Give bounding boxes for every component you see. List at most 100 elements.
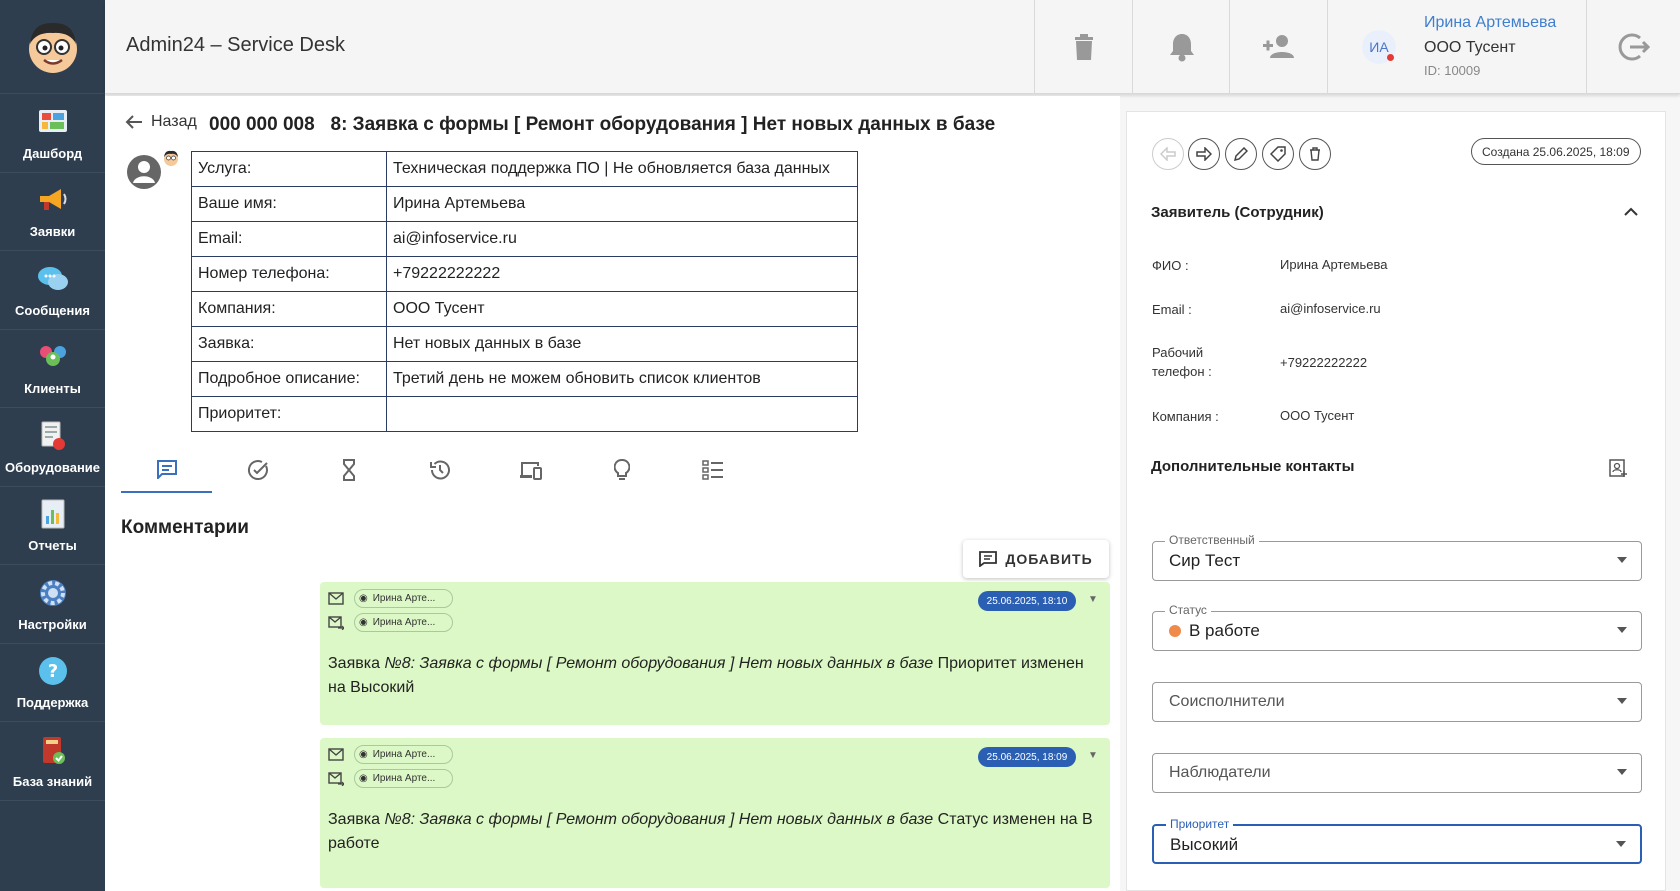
sidebar-item-label: Оборудование [4, 459, 101, 475]
field-key: Номер телефона: [191, 256, 387, 292]
field-key: Услуга: [191, 151, 387, 187]
comments-title: Комментарии [121, 517, 249, 538]
add-comment-button[interactable]: ДОБАВИТЬ [963, 540, 1109, 578]
field-label: Email : [1152, 302, 1192, 317]
extra-contacts-title: Дополнительные контакты [1151, 458, 1355, 475]
sidebar-item-knowledge-base[interactable]: База знаний [0, 722, 105, 801]
sidebar-item-clients[interactable]: Клиенты [0, 330, 105, 408]
sidebar-item-label: Клиенты [24, 381, 81, 397]
top-header: Admin24 – Service Desk ИА Ирина Артемьев… [105, 0, 1680, 94]
delete-ticket-button[interactable] [1299, 138, 1331, 170]
add-user-button[interactable] [1229, 0, 1327, 94]
person-icon: ◉ [359, 617, 368, 628]
chat-bubbles-icon [36, 262, 70, 296]
trash-icon [1074, 34, 1093, 60]
field-value: ai@infoservice.ru [386, 221, 858, 257]
megaphone-icon [36, 183, 70, 217]
field-key: Заявка: [191, 326, 387, 362]
add-contact-icon[interactable] [1608, 458, 1628, 478]
select-placeholder: Наблюдатели [1169, 764, 1271, 781]
status-dot [1169, 625, 1181, 637]
field-label: ФИО : [1152, 258, 1189, 273]
field-label: Компания : [1152, 409, 1219, 424]
tag-button[interactable] [1262, 138, 1294, 170]
tab-history[interactable] [394, 447, 485, 493]
field-key: Ваше имя: [191, 186, 387, 222]
sidebar-item-label: Настройки [18, 616, 87, 632]
add-comment-icon [979, 551, 998, 567]
sidebar-item-messages[interactable]: Сообщения [0, 251, 105, 330]
sidebar-item-support[interactable]: ? Поддержка [0, 644, 105, 722]
next-ticket-button[interactable] [1188, 138, 1220, 170]
sidebar-item-label: База знаний [12, 773, 93, 789]
clients-icon [36, 340, 70, 374]
user-name[interactable]: Ирина Артемьева [1424, 14, 1556, 32]
tab-devices[interactable] [485, 447, 576, 493]
tab-ideas[interactable] [576, 447, 667, 493]
arrow-right-icon [1196, 147, 1212, 161]
requester-section-title: Заявитель (Сотрудник) [1151, 204, 1324, 221]
responsible-select[interactable]: Ответственный Сир Тест [1152, 533, 1642, 581]
back-link[interactable]: Назад [125, 113, 197, 131]
pencil-icon [1234, 147, 1248, 161]
comment-menu-caret-icon[interactable]: ▼ [1088, 594, 1098, 605]
current-user[interactable]: ИА Ирина Артемьева ООО Тусент ID: 10009 [1327, 0, 1586, 94]
sidebar-item-dashboard[interactable]: Дашборд [0, 94, 105, 173]
recipient-chip[interactable]: ◉ Ирина Арте... [354, 769, 453, 788]
prev-ticket-button[interactable] [1152, 138, 1184, 170]
coexecutors-select[interactable]: Соисполнители [1152, 682, 1642, 722]
priority-select[interactable]: Приоритет Высокий [1152, 817, 1642, 864]
tab-comments[interactable] [121, 447, 212, 493]
recipient-chip[interactable]: ◉ Ирина Арте... [354, 613, 453, 632]
status-select[interactable]: Статус В работе [1152, 603, 1642, 651]
select-legend: Статус [1165, 603, 1211, 617]
dropdown-arrow-icon [1617, 769, 1627, 775]
field-value: ООО Тусент [386, 291, 858, 327]
person-icon: ◉ [359, 593, 368, 604]
dropdown-arrow-icon [1616, 841, 1626, 847]
edit-button[interactable] [1225, 138, 1257, 170]
select-value: Сир Тест [1169, 551, 1241, 570]
sidebar-item-label: Сообщения [15, 302, 90, 318]
tab-checklist[interactable] [667, 447, 758, 493]
trash-button[interactable] [1034, 0, 1132, 94]
dropdown-arrow-icon [1617, 557, 1627, 563]
comment-text: Заявка №8: Заявка с формы [ Ремонт обору… [328, 652, 1100, 700]
ticket-tabs [121, 447, 758, 493]
tab-tasks[interactable] [212, 447, 303, 493]
select-value: В работе [1169, 621, 1260, 641]
hourglass-icon [342, 459, 355, 481]
observers-select[interactable]: Наблюдатели [1152, 753, 1642, 793]
comment-date: 25.06.2025, 18:10 [978, 591, 1076, 611]
comment-ticket-ref: №8: Заявка с формы [ Ремонт оборудования… [384, 811, 934, 828]
table-row: Номер телефона: +79222222222 [191, 256, 858, 292]
comments-tab-icon [156, 460, 177, 479]
chevron-up-icon[interactable] [1624, 207, 1638, 217]
logout-button[interactable] [1586, 0, 1680, 94]
sidebar-item-reports[interactable]: Отчеты [0, 487, 105, 565]
sidebar-item-label: Заявки [29, 224, 76, 240]
mail-in-icon [328, 591, 344, 605]
sidebar-item-equipment[interactable]: Оборудование [0, 408, 105, 487]
select-legend: Приоритет [1166, 817, 1234, 831]
sidebar-item-requests[interactable]: Заявки [0, 173, 105, 251]
comment-to: ◉ Ирина Арте... [328, 613, 453, 632]
user-avatar: ИА [1362, 30, 1396, 64]
author-chip[interactable]: ◉ Ирина Арте... [354, 745, 453, 764]
logo[interactable] [0, 0, 105, 94]
table-row: Приоритет: [191, 396, 858, 432]
comment-prefix: Заявка [328, 655, 385, 672]
comment-menu-caret-icon[interactable]: ▼ [1088, 750, 1098, 761]
sidebar-item-label: Поддержка [16, 695, 89, 711]
knowledge-book-icon [36, 733, 70, 767]
tab-time[interactable] [303, 447, 394, 493]
notifications-button[interactable] [1132, 0, 1230, 94]
ticket-title: 000 000 008 8: Заявка с формы [ Ремонт о… [209, 114, 996, 135]
sidebar-item-settings[interactable]: Настройки [0, 565, 105, 644]
mail-forward-icon [328, 771, 344, 786]
lightbulb-icon [613, 459, 630, 480]
ticket-main: Назад 000 000 008 8: Заявка с формы [ Ре… [105, 96, 1120, 891]
equipment-icon [36, 419, 70, 453]
dashboard-icon [36, 105, 70, 139]
author-chip[interactable]: ◉ Ирина Арте... [354, 589, 453, 608]
